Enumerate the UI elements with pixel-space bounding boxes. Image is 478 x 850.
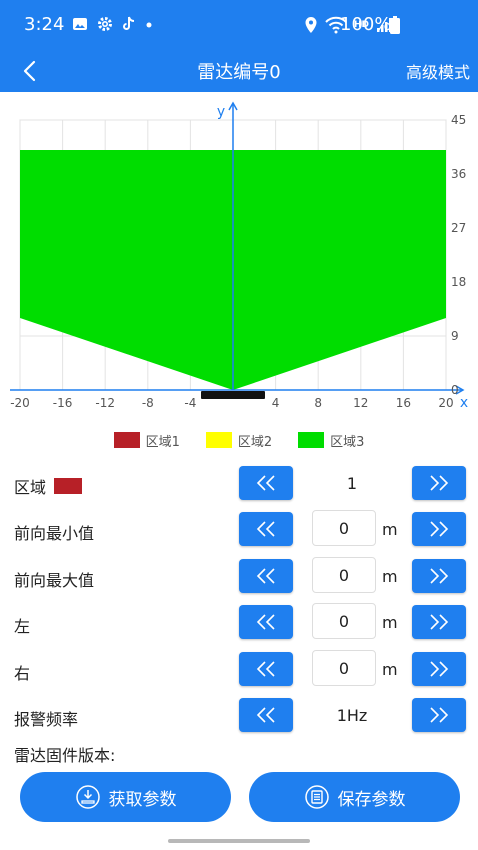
double-chevron-left-icon [256, 614, 275, 630]
forward-max-increase-button[interactable] [412, 559, 466, 593]
tiktok-icon [123, 16, 135, 30]
double-chevron-right-icon [430, 475, 449, 491]
y-tick-label: 45 [451, 113, 466, 127]
double-chevron-right-icon [430, 707, 449, 723]
y-axis-label: y [217, 104, 225, 120]
status-time: 3:24 [24, 14, 65, 35]
x-tick-label: -20 [10, 396, 30, 410]
double-chevron-left-icon [256, 475, 275, 491]
right-label: 右 [14, 664, 31, 683]
double-chevron-left-icon [256, 521, 275, 537]
x-tick-label: -16 [53, 396, 73, 410]
location-icon [305, 17, 317, 33]
area-color-swatch [54, 478, 83, 494]
forward-min-increase-button[interactable] [412, 512, 466, 546]
app-bar: 雷达编号0 高级模式 [0, 50, 478, 92]
dot-icon [146, 22, 152, 28]
forward-max-row: 前向最大值 0 m [0, 557, 478, 599]
legend-item-zone1[interactable]: 区域1 [113, 431, 180, 450]
y-tick-label: 0 [451, 383, 459, 397]
get-params-button[interactable]: 获取参数 [20, 772, 231, 822]
x-tick-label: -4 [184, 396, 196, 410]
alarm-freq-increase-button[interactable] [412, 698, 466, 732]
left-unit: m [382, 613, 398, 632]
forward-min-unit: m [382, 520, 398, 539]
y-tick-label: 18 [451, 275, 466, 289]
right-input[interactable]: 0 [312, 650, 376, 686]
save-params-label: 保存参数 [337, 789, 406, 810]
double-chevron-left-icon [256, 707, 275, 723]
save-document-icon [304, 785, 329, 809]
left-increase-button[interactable] [412, 605, 466, 639]
legend-label: 区域2 [237, 434, 273, 450]
right-increase-button[interactable] [412, 652, 466, 686]
area-prev-button[interactable] [239, 466, 293, 500]
legend-label: 区域1 [145, 434, 180, 450]
forward-max-input[interactable]: 0 [312, 557, 376, 593]
y-tick-label: 36 [451, 167, 466, 181]
status-notification-icons [72, 16, 153, 32]
forward-min-row: 前向最小值 0 m [0, 510, 478, 552]
x-tick-label: 20 [438, 396, 453, 410]
forward-max-decrease-button[interactable] [239, 559, 293, 593]
legend-swatch [298, 432, 325, 448]
legend-item-zone2[interactable]: 区域2 [205, 431, 273, 450]
legend-swatch [113, 432, 140, 448]
get-params-label: 获取参数 [108, 789, 177, 810]
left-row: 左 0 m [0, 603, 478, 645]
double-chevron-right-icon [430, 661, 449, 677]
x-tick-label: -12 [95, 396, 115, 410]
left-decrease-button[interactable] [239, 605, 293, 639]
right-row: 右 0 m [0, 650, 478, 692]
legend-item-zone3[interactable]: 区域3 [298, 431, 364, 450]
gallery-icon [73, 18, 87, 30]
area-row: 区域 1 [0, 466, 478, 506]
double-chevron-left-icon [256, 661, 275, 677]
right-unit: m [382, 660, 398, 679]
alarm-freq-label: 报警频率 [14, 710, 79, 729]
chart-legend: 区域1 区域2 区域3 [0, 428, 478, 452]
gesture-nav-bar[interactable] [168, 839, 310, 843]
double-chevron-left-icon [256, 568, 275, 584]
save-params-button[interactable]: 保存参数 [249, 772, 460, 822]
double-chevron-right-icon [430, 614, 449, 630]
y-tick-label: 9 [451, 329, 459, 343]
forward-max-unit: m [382, 567, 398, 586]
forward-max-label: 前向最大值 [14, 571, 95, 590]
double-chevron-right-icon [430, 521, 449, 537]
x-tick-label: 8 [314, 396, 322, 410]
alarm-freq-value: 1Hz [336, 706, 368, 725]
radar-zone-chart: y x -20 -16 -12 -8 -4 4 8 12 16 200 9 18 27 36 45 [10, 101, 468, 411]
legend-swatch [205, 432, 232, 448]
x-tick-label: 4 [272, 396, 280, 410]
download-icon [75, 785, 100, 809]
x-tick-label: 16 [396, 396, 411, 410]
x-tick-label: -8 [142, 396, 154, 410]
legend-label: 区域3 [330, 434, 365, 450]
firmware-version-label: 雷达固件版本: [14, 746, 116, 765]
radar-device-marker [201, 391, 265, 399]
forward-min-decrease-button[interactable] [239, 512, 293, 546]
double-chevron-right-icon [430, 568, 449, 584]
advanced-mode-button[interactable]: 高级模式 [406, 59, 470, 83]
status-bar: 3:24 HD 100% [0, 0, 478, 50]
alarm-freq-row: 报警频率 1Hz [0, 698, 478, 738]
battery-icon [390, 16, 400, 34]
area-label: 区域 [14, 474, 83, 498]
gear-icon [98, 17, 112, 31]
battery-percent: 100% [340, 14, 392, 35]
left-label: 左 [14, 617, 31, 636]
alarm-freq-decrease-button[interactable] [239, 698, 293, 732]
y-tick-label: 27 [451, 221, 466, 235]
x-axis-label: x [460, 395, 468, 411]
area-next-button[interactable] [412, 466, 466, 500]
left-input[interactable]: 0 [312, 603, 376, 639]
x-tick-label: 12 [353, 396, 368, 410]
right-decrease-button[interactable] [239, 652, 293, 686]
area-value: 1 [346, 474, 358, 493]
forward-min-input[interactable]: 0 [312, 510, 376, 546]
forward-min-label: 前向最小值 [14, 524, 95, 543]
